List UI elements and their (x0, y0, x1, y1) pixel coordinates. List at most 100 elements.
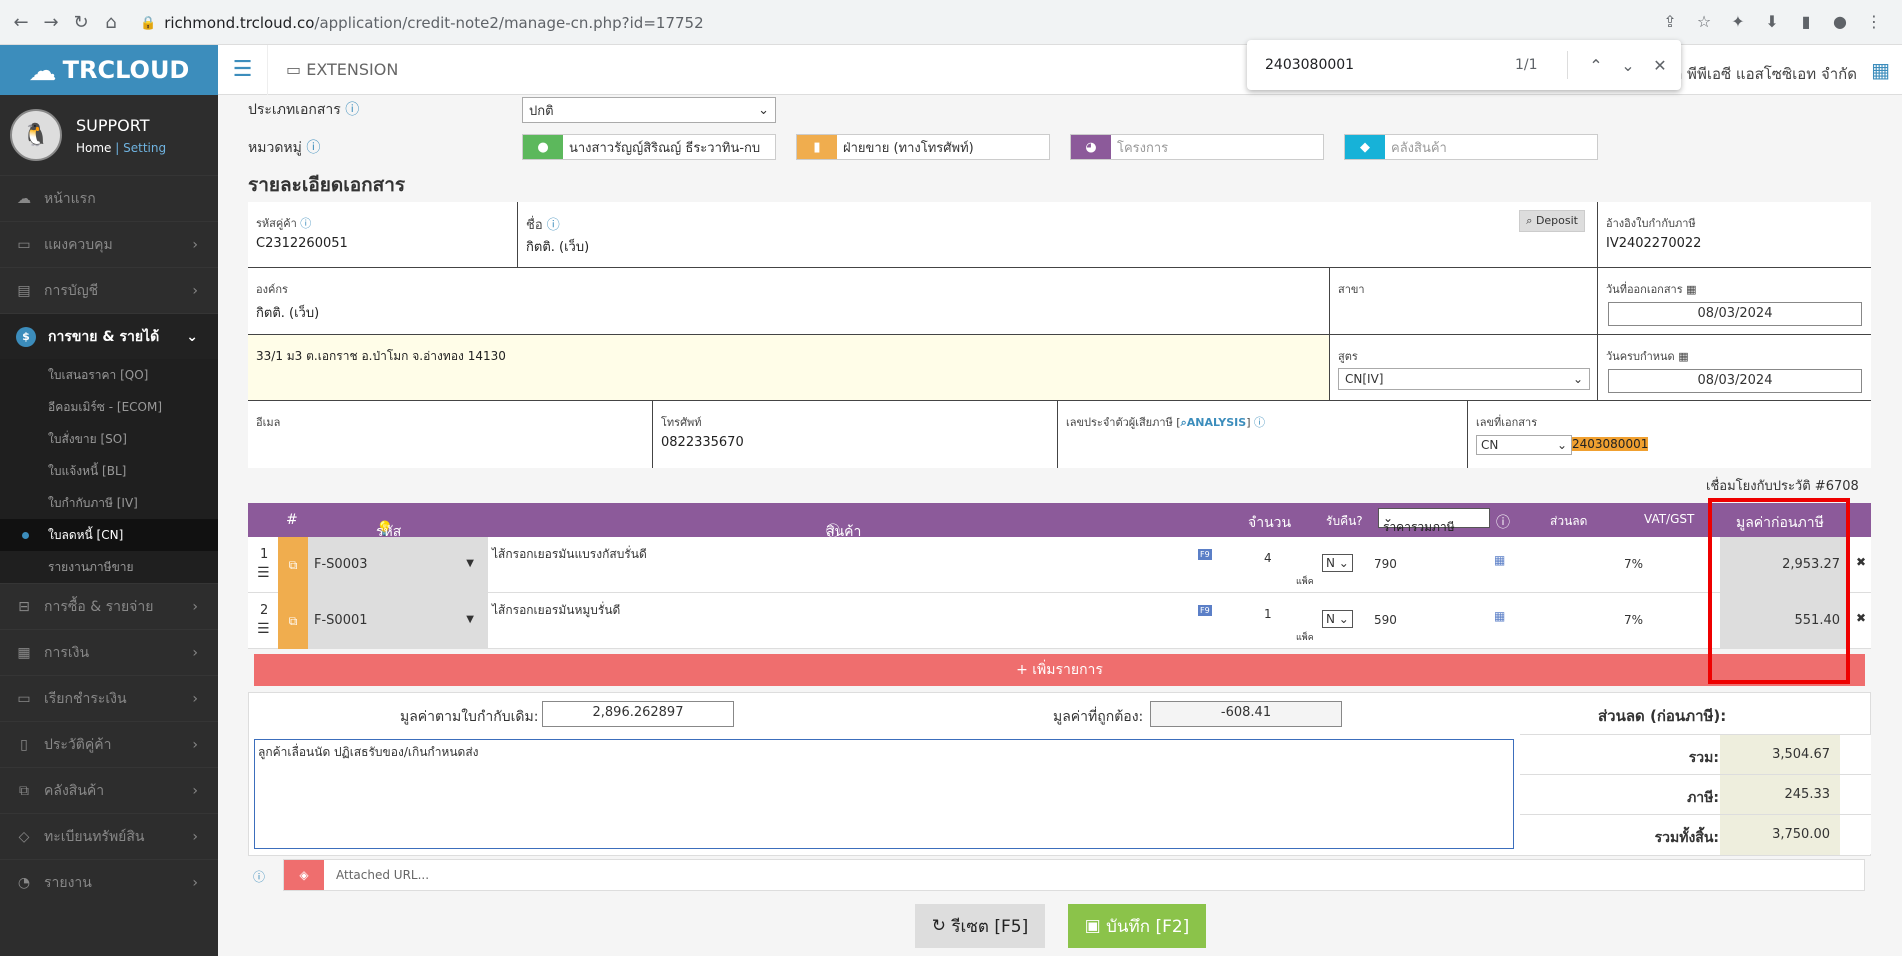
profile-icon[interactable]: ● (1830, 12, 1850, 31)
submenu-item[interactable]: ใบเสนอราคา [QO] (0, 359, 218, 391)
menu-dashboard[interactable]: ▭ แผงควบคุม › (0, 221, 218, 267)
col-vat: VAT/GST (1644, 512, 1695, 526)
logo[interactable]: ☁ TRCLOUD (0, 45, 218, 95)
hamburger-icon[interactable]: ☰ (218, 44, 268, 95)
user-name: SUPPORT (76, 115, 150, 135)
calculator-icon[interactable]: ▦ (1494, 553, 1505, 567)
category-project[interactable]: ◕ โครงการ (1070, 134, 1324, 160)
deposit-button[interactable]: ⌕ Deposit (1519, 210, 1585, 232)
share-icon[interactable]: ⇪ (1660, 12, 1680, 31)
category-person[interactable]: ● นางสาวรัญญ์สิริณญ์ ธีระวาทิน-กบ (522, 134, 776, 160)
calculator-icon[interactable]: ▦ (1494, 609, 1505, 623)
code-select[interactable]: F-S0001 ▼ (308, 593, 488, 649)
category-warehouse[interactable]: ◆ คลังสินค้า (1344, 134, 1598, 160)
setting-link[interactable]: Setting (123, 141, 166, 155)
copy-icon[interactable]: ⧉ (278, 593, 308, 649)
f9-button[interactable]: F9 (1198, 605, 1212, 616)
building-icon[interactable]: ▦ (1871, 58, 1890, 82)
download-icon[interactable]: ⬇ (1762, 12, 1782, 31)
home-icon[interactable]: ⌂ (96, 12, 126, 33)
chevron-down-icon: ⌄ (1572, 372, 1583, 386)
find-next-icon[interactable]: ⌄ (1612, 56, 1644, 75)
home-link[interactable]: Home (76, 141, 111, 155)
menu-inventory[interactable]: ⧉ คลังสินค้า › (0, 767, 218, 813)
qty[interactable]: 4 (1264, 551, 1272, 565)
menu-purchase[interactable]: ⊟ การซื้อ & รายจ่าย › (0, 583, 218, 629)
doc-number[interactable]: 2403080001 (1572, 437, 1649, 451)
return-select[interactable]: N ⌄ (1322, 554, 1353, 572)
menu-reports[interactable]: ◔ รายงาน › (0, 859, 218, 905)
f9-button[interactable]: F9 (1198, 549, 1212, 560)
price-type-select[interactable]: ราคารวมภาษี ⌄ (1378, 508, 1490, 534)
price[interactable]: 790 (1374, 557, 1397, 571)
star-icon[interactable]: ☆ (1694, 12, 1714, 31)
attach-url-input[interactable]: ◈ Attached URL... (283, 859, 1865, 891)
extension-button[interactable]: ▭ EXTENSION (286, 60, 398, 79)
branch-cell: สาขา (1330, 268, 1598, 335)
orig-value-input[interactable]: 2,896.262897 (542, 701, 734, 727)
find-input[interactable]: 2403080001 (1265, 57, 1515, 73)
menu-partners[interactable]: ▯ ประวัติคู่ค้า › (0, 721, 218, 767)
organization-cell: องค์กร กิตติ. (เว็บ) (248, 268, 1330, 335)
taxid-cell: เลขประจำตัวผู้เสียภาษี [⌕ANALYSIS] ⓘ (1058, 401, 1468, 468)
drag-handle-icon[interactable]: ☰ (257, 621, 270, 637)
delete-icon[interactable]: ✖ (1856, 611, 1866, 625)
code-select[interactable]: F-S0003 ▼ (308, 537, 488, 593)
doc-date-input[interactable]: 08/03/2024 (1608, 302, 1862, 326)
sidepanel-icon[interactable]: ▮ (1796, 12, 1816, 31)
correct-value-input[interactable]: -608.41 (1150, 701, 1342, 727)
menu-finance[interactable]: ▦ การเงิน › (0, 629, 218, 675)
due-date-input[interactable]: 08/03/2024 (1608, 369, 1862, 393)
name-cell: ชื่อ ⓘ กิตติ. (เว็บ) ⌕ Deposit (518, 202, 1598, 268)
analysis-link[interactable]: ⌕ANALYSIS (1181, 416, 1247, 429)
avatar: 🐧 (10, 109, 62, 161)
menu-home[interactable]: ☁ หน้าแรก (0, 175, 218, 221)
menu-accounting[interactable]: ▤ การบัญชี › (0, 267, 218, 313)
due-date-cell: วันครบกำหนด ▦ 08/03/2024 (1598, 335, 1871, 401)
drag-handle-icon[interactable]: ☰ (257, 565, 270, 581)
col-discount: ส่วนลด (1550, 514, 1588, 528)
submenu-item[interactable]: อีคอมเมิร์ซ - [ECOM] (0, 391, 218, 423)
doc-prefix-select[interactable]: CN ⌄ (1476, 435, 1572, 455)
dropbox-icon[interactable]: ◈ (284, 860, 324, 890)
submenu-item[interactable]: ใบกำกับภาษี [IV] (0, 487, 218, 519)
address-textarea[interactable]: 33/1 ม3 ต.เอกราช อ.ป่าโมก จ.อ่างทอง 1413… (248, 335, 1330, 401)
return-select[interactable]: N ⌄ (1322, 610, 1353, 628)
menu-assets[interactable]: ◇ ทะเบียนทรัพย์สิน › (0, 813, 218, 859)
extension-icon[interactable]: ✦ (1728, 12, 1748, 31)
submenu-item-cn[interactable]: ใบลดหนี้ [CN] (0, 519, 218, 551)
menu-sales[interactable]: $ การขาย & รายได้ ⌄ (0, 313, 218, 359)
price[interactable]: 590 (1374, 613, 1397, 627)
find-prev-icon[interactable]: ⌃ (1580, 56, 1612, 75)
menu-billing[interactable]: ▭ เรียกชำระเงิน › (0, 675, 218, 721)
address-bar[interactable]: 🔒 richmond.trcloud.co/application/credit… (140, 10, 704, 36)
cart-icon: ⊟ (18, 598, 30, 615)
formula-select[interactable]: CN[IV] ⌄ (1338, 368, 1590, 390)
submenu-item[interactable]: ใบสั่งขาย [SO] (0, 423, 218, 455)
note-textarea[interactable]: ลูกค้าเลื่อนนัด ปฏิเสธรับของ/เกินกำหนดส่… (254, 739, 1514, 849)
delete-icon[interactable]: ✖ (1856, 555, 1866, 569)
calendar-icon: ▦ (1686, 283, 1697, 296)
reset-button[interactable]: ↻ รีเซต [F5] (915, 904, 1045, 948)
chevron-right-icon: › (192, 690, 198, 707)
menu-icon[interactable]: ⋮ (1864, 12, 1884, 31)
doc-type-select[interactable]: ปกติ ⌄ (522, 97, 776, 123)
reload-icon[interactable]: ↻ (66, 12, 96, 33)
submenu-item[interactable]: รายงานภาษีขาย (0, 551, 218, 583)
product-desc[interactable]: ไส้กรอกเยอรมันแบรงกัสบรั่นดี (492, 545, 647, 564)
add-item-button[interactable]: + เพิ่มรายการ (254, 654, 1865, 686)
category-department[interactable]: ▮ ฝ่ายขาย (ทางโทรศัพท์) (796, 134, 1050, 160)
qty[interactable]: 1 (1264, 607, 1272, 621)
boxes-icon: ⧉ (19, 782, 29, 799)
col-qty: จำนวน (1248, 515, 1292, 531)
save-button[interactable]: ▣ บันทึก [F2] (1068, 904, 1206, 948)
product-desc[interactable]: ไส้กรอกเยอรมันหมูบรั่นดี (492, 601, 620, 620)
copy-icon[interactable]: ⧉ (278, 537, 308, 593)
back-icon[interactable]: ← (6, 12, 36, 33)
forward-icon[interactable]: → (36, 12, 66, 33)
find-close-icon[interactable]: ✕ (1644, 56, 1676, 75)
submenu-item[interactable]: ใบแจ้งหนี้ [BL] (0, 455, 218, 487)
col-num: # (286, 512, 298, 528)
company-name: ก พีพีเอซี แอสโซซิเอท จำกัด (1673, 65, 1857, 83)
search-icon: ⌕ (1526, 214, 1533, 227)
